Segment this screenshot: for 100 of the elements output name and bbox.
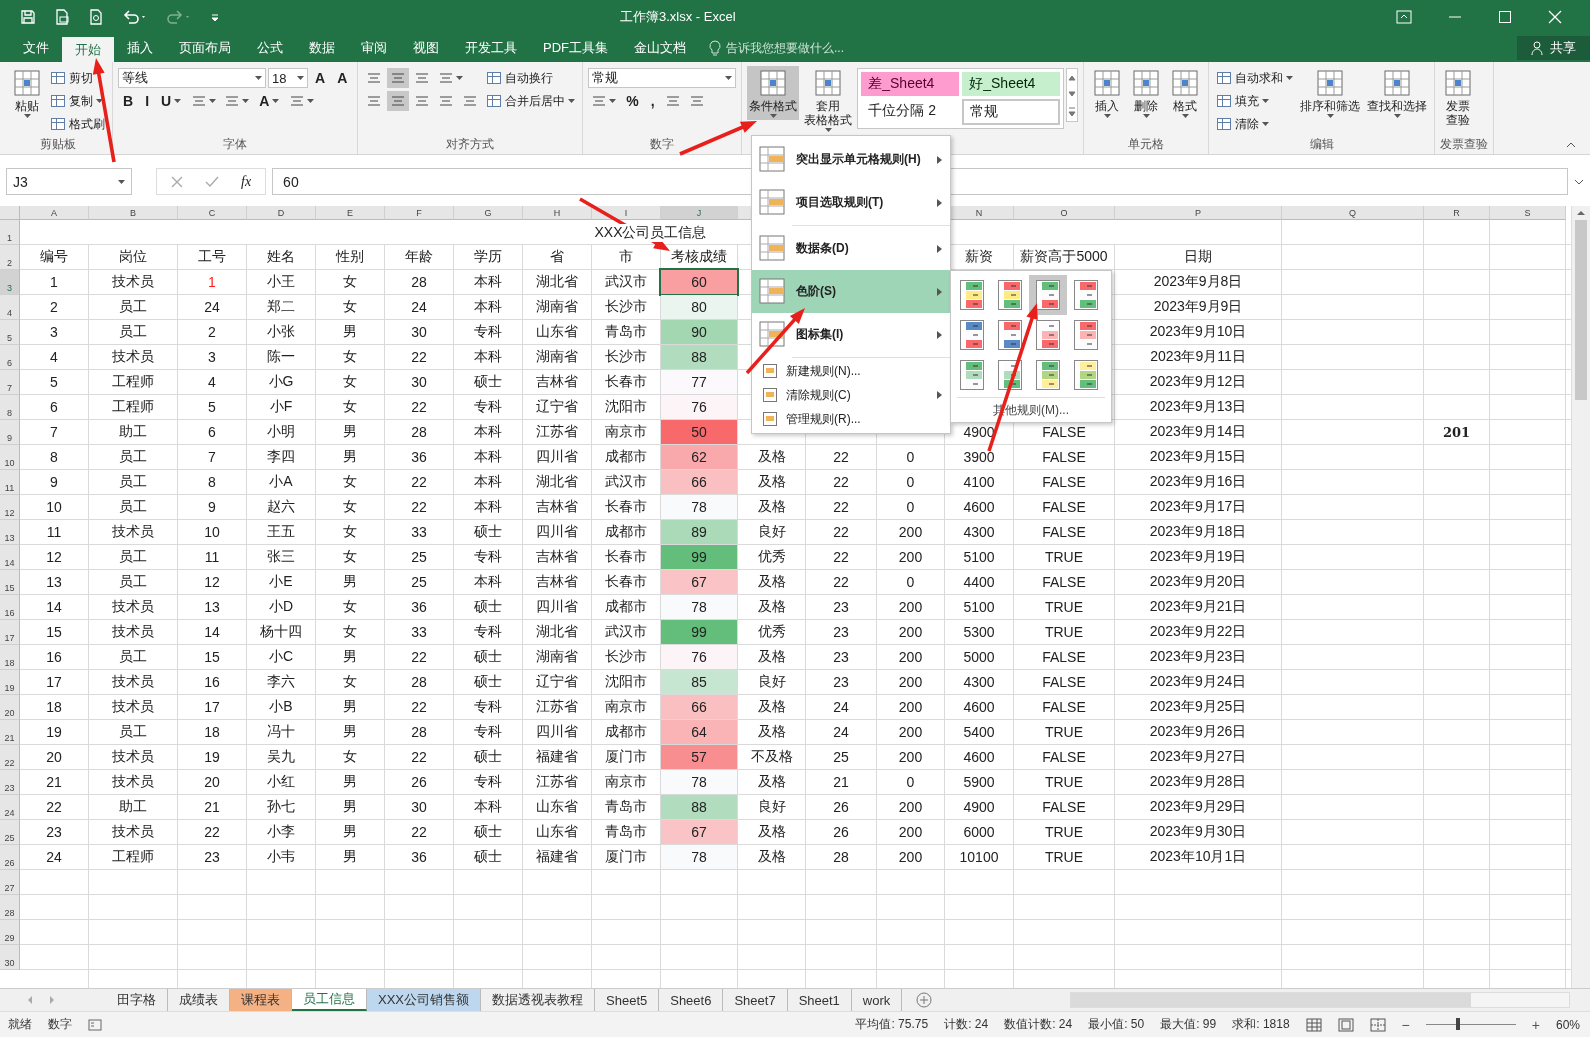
normal-view-icon[interactable]	[1305, 1017, 1322, 1032]
row-header[interactable]: 9	[0, 420, 20, 445]
gallery-scroll-icon[interactable]	[1066, 68, 1079, 122]
ribbon-tab[interactable]: 公式	[244, 34, 296, 62]
menu-item[interactable]: 数据条(D)	[752, 227, 950, 270]
column-header[interactable]: P	[1115, 206, 1282, 220]
ribbon-button[interactable]: 填充	[1214, 91, 1272, 111]
row-header[interactable]: 6	[0, 345, 20, 370]
cell-style[interactable]: 好_Sheet4	[962, 72, 1061, 96]
menu-item[interactable]: 清除规则(C)	[752, 383, 950, 407]
undo-icon[interactable]	[122, 9, 148, 25]
ribbon-tab[interactable]: PDF工具集	[530, 34, 621, 62]
row-header[interactable]: 4	[0, 295, 20, 320]
column-header[interactable]: J	[661, 206, 738, 220]
format-button[interactable]: U	[156, 91, 187, 111]
format-button[interactable]: A	[332, 68, 353, 88]
column-header[interactable]: O	[1014, 206, 1115, 220]
row-header[interactable]: 25	[0, 820, 20, 845]
scroll-up-icon[interactable]	[1576, 210, 1586, 216]
macro-record-icon[interactable]	[88, 1018, 102, 1031]
ribbon-button[interactable]: 条件格式	[747, 66, 800, 120]
row-header[interactable]: 2	[0, 245, 20, 270]
ribbon-button[interactable]: 自动求和	[1214, 68, 1296, 88]
row-header[interactable]: 22	[0, 745, 20, 770]
row-header[interactable]: 11	[0, 470, 20, 495]
row-header[interactable]: 30	[0, 945, 20, 970]
zoom-out-button[interactable]: −	[1401, 1016, 1410, 1033]
dropdown-field[interactable]: 等线	[118, 68, 266, 88]
vertical-scrollbar[interactable]	[1571, 206, 1590, 988]
ribbon-tab[interactable]: 插入	[114, 34, 166, 62]
column-header[interactable]: S	[1490, 206, 1566, 220]
next-sheet-icon[interactable]	[48, 995, 56, 1005]
tell-me-field[interactable]: 告诉我您想要做什么...	[709, 34, 1517, 62]
row-header[interactable]: 14	[0, 545, 20, 570]
ribbon-button[interactable]: 删除	[1128, 66, 1165, 120]
ribbon-tab[interactable]: 开发工具	[452, 34, 530, 62]
ribbon-tab[interactable]: 视图	[400, 34, 452, 62]
ribbon-button[interactable]: 格式	[1167, 66, 1204, 120]
ribbon-tab[interactable]: 开始	[62, 37, 114, 62]
cancel-icon[interactable]	[171, 175, 183, 188]
row-header[interactable]: 10	[0, 445, 20, 470]
page-break-icon[interactable]	[1369, 1017, 1386, 1032]
sheet-tab[interactable]: 员工信息	[292, 989, 367, 1011]
row-header[interactable]: 1	[0, 220, 20, 245]
previous-sheet-icon[interactable]	[26, 995, 34, 1005]
zoom-level[interactable]: 60%	[1555, 1017, 1580, 1032]
collapse-ribbon-icon[interactable]	[1566, 142, 1576, 148]
ribbon-button[interactable]: 合并后居中	[484, 91, 578, 111]
column-header[interactable]: I	[592, 206, 661, 220]
ribbon-button[interactable]: 自动换行	[484, 68, 556, 88]
name-box[interactable]: J3	[6, 168, 132, 195]
column-header[interactable]: Q	[1282, 206, 1424, 220]
row-header[interactable]: 21	[0, 720, 20, 745]
row-header[interactable]: 20	[0, 695, 20, 720]
dropdown-field[interactable]: 18	[268, 68, 308, 88]
cell-style[interactable]: 差_Sheet4	[861, 72, 960, 96]
sheet-tab[interactable]: 课程表	[230, 989, 292, 1011]
insert-function-button[interactable]: fx	[241, 173, 252, 190]
menu-item[interactable]: 色阶(S)	[752, 270, 950, 313]
column-header[interactable]: F	[385, 206, 454, 220]
ribbon-tab[interactable]: 页面布局	[166, 34, 244, 62]
add-sheet-icon[interactable]	[916, 992, 933, 1008]
row-header[interactable]: 16	[0, 595, 20, 620]
row-header[interactable]: 29	[0, 920, 20, 945]
icon-button[interactable]	[387, 91, 410, 111]
menu-item[interactable]: 管理规则(R)...	[752, 407, 950, 431]
ribbon-button[interactable]: 剪切	[48, 68, 95, 88]
cell-style[interactable]: 常规	[962, 99, 1061, 125]
close-icon[interactable]	[1548, 10, 1562, 24]
row-header[interactable]: 8	[0, 395, 20, 420]
ribbon-display-icon[interactable]	[1396, 10, 1412, 24]
column-header[interactable]: G	[454, 206, 523, 220]
format-button[interactable]: %	[621, 91, 644, 111]
row-header[interactable]: 13	[0, 520, 20, 545]
row-header[interactable]: 7	[0, 370, 20, 395]
row-header[interactable]: 5	[0, 320, 20, 345]
save-icon[interactable]	[20, 9, 36, 25]
share-button[interactable]: 共享	[1517, 36, 1590, 60]
ribbon-button[interactable]: 查找和选择	[1365, 66, 1430, 120]
column-header[interactable]: R	[1424, 206, 1490, 220]
format-button[interactable]: I	[140, 91, 154, 111]
row-header[interactable]: 15	[0, 570, 20, 595]
icon-button[interactable]	[387, 68, 410, 88]
row-header[interactable]: 23	[0, 770, 20, 795]
column-header[interactable]: E	[316, 206, 385, 220]
ribbon-button[interactable]: 粘贴	[9, 66, 45, 120]
color-scale-option[interactable]	[1029, 275, 1067, 315]
check-icon[interactable]	[205, 175, 219, 188]
ribbon-tab[interactable]: 审阅	[348, 34, 400, 62]
row-header[interactable]: 27	[0, 870, 20, 895]
print-preview-icon[interactable]	[88, 9, 104, 25]
row-header[interactable]: 28	[0, 895, 20, 920]
menu-item[interactable]: 新建规则(N)...	[752, 359, 950, 383]
format-button[interactable]: ,	[645, 91, 660, 111]
redo-icon[interactable]	[166, 9, 192, 25]
page-layout-icon[interactable]	[1337, 1017, 1354, 1032]
zoom-slider[interactable]	[1456, 1018, 1461, 1030]
ribbon-tab[interactable]: 金山文档	[621, 34, 699, 62]
zoom-in-button[interactable]: +	[1531, 1016, 1540, 1033]
ribbon-button[interactable]: 套用 表格格式	[802, 66, 855, 134]
